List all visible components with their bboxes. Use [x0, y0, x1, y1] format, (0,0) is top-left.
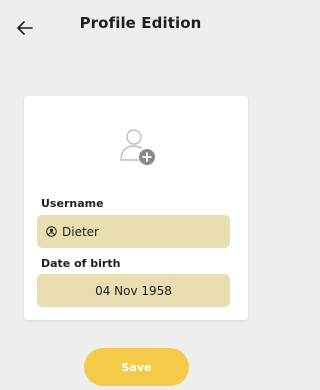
page-title: Profile Edition — [79, 14, 202, 32]
username-label: Username — [41, 197, 104, 210]
date-of-birth-value: 04 Nov 1958 — [95, 283, 172, 298]
save-button[interactable]: Save — [84, 348, 189, 386]
app-header: Profile Edition — [0, 0, 261, 56]
date-of-birth-label: Date of birth — [41, 257, 121, 270]
arrow-left-icon — [17, 21, 33, 35]
avatar-add-button[interactable] — [117, 126, 159, 168]
date-of-birth-field[interactable]: 04 Nov 1958 — [37, 274, 230, 307]
username-field[interactable]: Dieter — [37, 215, 230, 248]
add-user-icon — [120, 129, 155, 165]
back-button[interactable] — [14, 17, 36, 39]
profile-card: Username Dieter Date of birth 04 Nov 195… — [24, 96, 248, 320]
user-circle-icon — [46, 226, 57, 237]
username-value: Dieter — [62, 224, 99, 239]
